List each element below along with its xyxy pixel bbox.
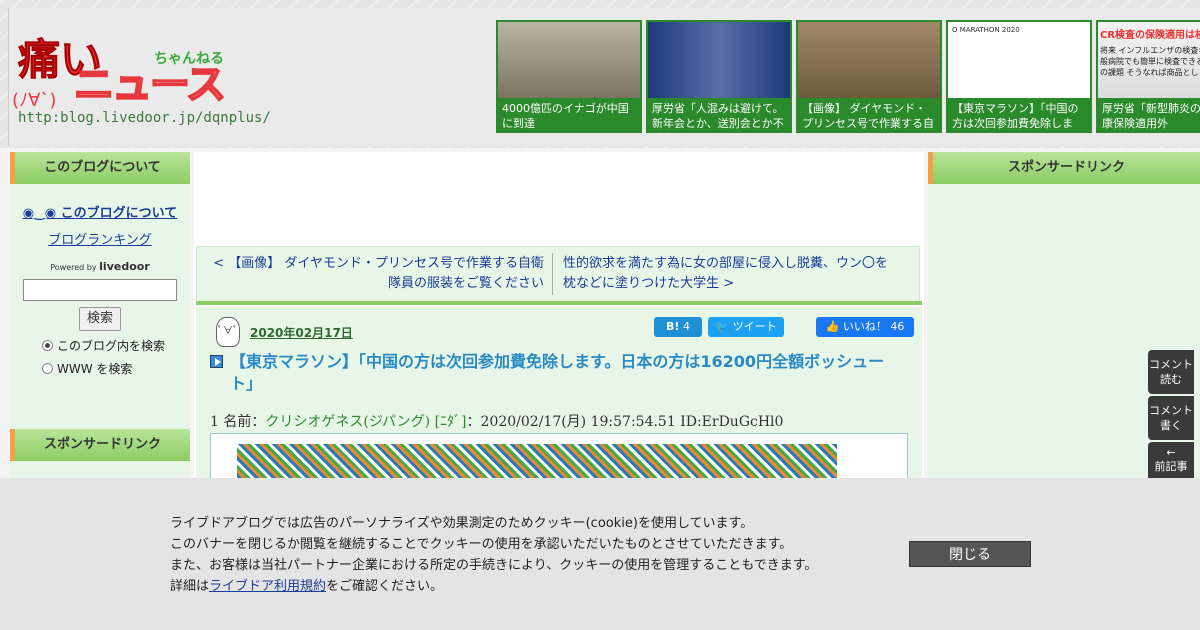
thumbnail-caption: 厚労省「人混みは避けて。新年会とか、送別会とか不: [652, 102, 784, 130]
thumbnail-card[interactable]: 厚労省「人混みは避けて。新年会とか、送別会とか不: [646, 20, 792, 133]
hatena-bookmark-button[interactable]: B! 4: [654, 317, 702, 337]
cookie-line-1: ライブドアブログでは広告のパーソナライズや効果測定のためクッキー(cookie)…: [170, 516, 754, 531]
cookie-line-4: 詳細はライブドア利用規約をご確認ください。: [170, 576, 817, 597]
article-date[interactable]: 2020年02月17日: [250, 324, 353, 341]
next-article-link[interactable]: 性的欲求を満たす為に女の部屋に侵入し脱糞、ウン〇を枕などに塗りつけた大学生 >: [563, 256, 888, 291]
response-prefix: 1 名前：: [210, 414, 266, 430]
fb-like-label: いいね！: [842, 320, 887, 333]
previous-article-label: 前記事: [1154, 460, 1188, 473]
thumbnail-caption: 4000億匹のイナゴが中国に到達: [502, 102, 629, 130]
mascot-icon: ﾟ∀ﾟ: [216, 317, 240, 347]
thumbnail-image-title: CR検査の保険適用は検: [1100, 30, 1200, 41]
fb-like-count: 46: [890, 320, 905, 333]
radio-icon: [42, 363, 53, 374]
sidebar-heading-sponsor-right: スポンサードリンク: [928, 152, 1200, 184]
response-name: クリシオゲネス(ジパング) [ﾆﾀﾞ]: [265, 414, 467, 430]
thumbnail-image: [498, 22, 640, 98]
play-icon: [210, 355, 223, 368]
about-blog-label: このブログについて: [60, 206, 178, 221]
radio-icon: [42, 340, 53, 351]
thumbnail-image-text: O MARATHON 2020: [952, 26, 1020, 34]
article-navigation: < 【画像】 ダイヤモンド・プリンセス号で作業する自衛隊員の服装をご覧ください …: [196, 246, 920, 302]
previous-article-button[interactable]: ← 前記事: [1148, 442, 1194, 482]
thumbnail-caption: 厚労省「新型肺炎の国民健康保険適用外: [1102, 102, 1200, 130]
site-header: 痛い ちゃんねる ニュース (ﾉ∀`) http:blog.livedoor.j…: [0, 0, 1200, 148]
sidebar-links: ◉‿◉ このブログについて ブログランキング Powered by livedo…: [10, 184, 190, 377]
powered-by-livedoor: Powered by livedoor: [10, 260, 190, 273]
article-title[interactable]: 【東京マラソン】「中国の方は次回参加費免除します。日本の方は16200円全額ボッ…: [230, 351, 890, 395]
site-logo[interactable]: 痛い ちゃんねる ニュース (ﾉ∀`) http:blog.livedoor.j…: [12, 22, 271, 132]
cookie-text: ライブドアブログでは広告のパーソナライズや効果測定のためクッキー(cookie)…: [170, 513, 817, 597]
cookie-line-4-prefix: 詳細は: [170, 579, 210, 594]
thumbnail-card[interactable]: 4000億匹のイナゴが中国に到達: [496, 20, 642, 133]
face-icon: ◉‿◉: [22, 206, 61, 221]
thumbnail-image: CR検査の保険適用は検 将来 インフルエンザの検査キット 一般病院でも簡単に検査…: [1098, 22, 1200, 98]
logo-url: http:blog.livedoor.jp/dqnplus/: [18, 110, 271, 126]
next-article-cell: 性的欲求を満たす為に女の部屋に侵入し脱糞、ウン〇を枕などに塗りつけた大学生 >: [553, 253, 903, 295]
read-comments-label-2: 読む: [1160, 373, 1182, 386]
cookie-line-4-suffix: をご確認ください。: [326, 579, 444, 594]
search-input[interactable]: [23, 279, 177, 301]
thumbnail-card[interactable]: CR検査の保険適用は検 将来 インフルエンザの検査キット 一般病院でも簡単に検査…: [1096, 20, 1200, 133]
featured-thumbnails: 4000億匹のイナゴが中国に到達 厚労省「人混みは避けて。新年会とか、送別会とか…: [496, 20, 1200, 133]
write-comment-button[interactable]: コメント 書く: [1148, 396, 1194, 440]
response-header: 1 名前：クリシオゲネス(ジパング) [ﾆﾀﾞ]：2020/02/17(月) 1…: [210, 411, 783, 431]
search-button[interactable]: 検索: [79, 307, 121, 331]
right-sidebar: スポンサードリンク: [928, 152, 1200, 492]
sidebar-heading-about: このブログについて: [10, 152, 190, 184]
hatena-count: 4: [682, 320, 690, 333]
radio-search-blog[interactable]: このブログ内を検索: [10, 337, 190, 354]
tweet-label: ツイート: [732, 320, 777, 333]
thumbnail-card[interactable]: O MARATHON 2020 【東京マラソン】「中国の方は次回参加費免除しま: [946, 20, 1092, 133]
thumbnail-image: [798, 22, 940, 98]
cookie-line-3: また、お客様は当社パートナー企業における所定の手続きにより、クッキーの使用を管理…: [170, 558, 818, 573]
thumbnail-caption: 【東京マラソン】「中国の方は次回参加費免除しま: [952, 102, 1079, 130]
tweet-button[interactable]: 🐦 ツイート: [708, 317, 784, 337]
thumbnail-image: [648, 22, 790, 98]
facebook-like-button[interactable]: 👍 いいね！ 46: [816, 317, 914, 337]
prev-article-link[interactable]: < 【画像】 ダイヤモンド・プリンセス号で作業する自衛隊員の服装をご覧ください: [213, 256, 544, 291]
blog-ranking-link[interactable]: ブログランキング: [10, 229, 190, 248]
radio-label: WWW を検索: [57, 362, 133, 376]
sidebar-heading-sponsor: スポンサードリンク: [10, 429, 190, 461]
main-content: < 【画像】 ダイヤモンド・プリンセス号で作業する自衛隊員の服装をご覧ください …: [194, 152, 924, 494]
livedoor-label: livedoor: [99, 260, 150, 273]
cookie-line-2: このバナーを閉じるか閲覧を継続することでクッキーの使用を承認いただいたものとさせ…: [170, 537, 793, 552]
thumbs-up-icon: 👍: [825, 320, 840, 333]
terms-link[interactable]: ライブドア利用規約: [209, 579, 326, 594]
cookie-banner: ライブドアブログでは広告のパーソナライズや効果測定のためクッキー(cookie)…: [0, 478, 1200, 630]
logo-news: ニュース: [73, 61, 227, 109]
radio-search-www[interactable]: WWW を検索: [10, 360, 190, 377]
thumbnail-card[interactable]: 【画像】 ダイヤモンド・プリンセス号で作業する自衛: [796, 20, 942, 133]
about-blog-link[interactable]: ◉‿◉ このブログについて: [10, 202, 190, 221]
write-comment-label-1: コメント: [1149, 404, 1193, 417]
response-meta: ：2020/02/17(月) 19:57:54.51 ID:ErDuGcHl0: [466, 414, 784, 430]
logo-face: (ﾉ∀`): [12, 90, 57, 111]
read-comments-button[interactable]: コメント 読む: [1148, 350, 1194, 394]
powered-by-label: Powered by: [50, 263, 97, 272]
left-sidebar: このブログについて ◉‿◉ このブログについて ブログランキング Powered…: [10, 152, 190, 492]
article: ﾟ∀ﾟ 2020年02月17日 B! 4 🐦 ツイート 👍 いいね！ 46 【東…: [196, 307, 922, 494]
read-comments-label-1: コメント: [1149, 358, 1193, 371]
thumbnail-image: O MARATHON 2020: [948, 22, 1090, 98]
cookie-close-button[interactable]: 閉じる: [909, 541, 1031, 567]
hatena-label: B!: [666, 320, 680, 333]
twitter-bird-icon: 🐦: [715, 320, 730, 333]
radio-label: このブログ内を検索: [57, 339, 166, 353]
prev-article-cell: < 【画像】 ダイヤモンド・プリンセス号で作業する自衛隊員の服装をご覧ください: [197, 253, 553, 295]
thumbnail-caption: 【画像】 ダイヤモンド・プリンセス号で作業する自衛: [802, 102, 934, 130]
arrow-left-icon: ←: [1166, 446, 1176, 459]
thumbnail-image-text: 将来 インフルエンザの検査キット 一般病院でも簡単に検査できるよ 今後の課題 そ…: [1100, 46, 1200, 77]
write-comment-label-2: 書く: [1160, 419, 1182, 432]
divider: [196, 301, 922, 305]
